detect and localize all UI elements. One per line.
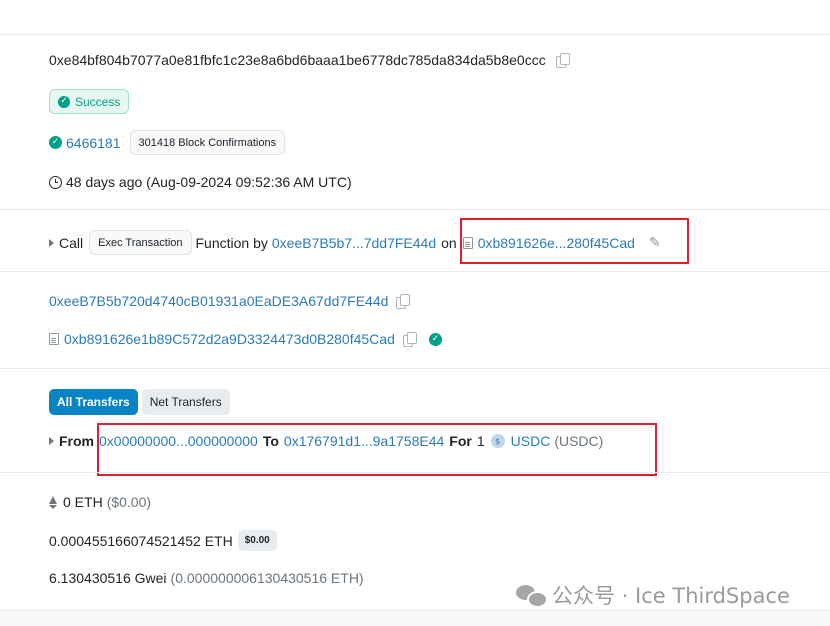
call-label: Call	[59, 234, 84, 251]
fee-amount: 0.000455166074521452 ETH	[49, 532, 233, 549]
top-divider	[0, 34, 830, 35]
gas-price-gwei: 6.130430516 Gwei	[49, 570, 167, 586]
transfer-tabs: All Transfers Net Transfers	[49, 389, 230, 415]
tab-net-transfers[interactable]: Net Transfers	[141, 389, 230, 415]
divider	[0, 368, 830, 369]
block-confirmations-badge: 301418 Block Confirmations	[129, 130, 286, 155]
value-usd: ($0.00)	[106, 494, 152, 510]
value-row: 0 ETH ($0.00)	[49, 494, 151, 510]
timestamp: 48 days ago (Aug-09-2024 09:52:36 AM UTC…	[66, 174, 352, 190]
to-row: 0xb891626e1b89C572d2a9D3324473d0B280f45C…	[49, 331, 442, 347]
fee-usd-badge: $0.00	[237, 530, 277, 551]
copy-icon[interactable]	[396, 294, 411, 309]
from-row: 0xeeB7B5b720d4740cB01931a0EaDE3A67dd7FE4…	[49, 293, 411, 309]
clock-icon	[49, 175, 62, 189]
fee-row: 0.000455166074521452 ETH $0.00	[49, 530, 277, 551]
to-address-link[interactable]: 0xb891626e1b89C572d2a9D3324473d0B280f45C…	[64, 331, 395, 347]
on-label: on	[441, 234, 457, 251]
highlight-box-transfer	[97, 423, 657, 476]
method-badge: Exec Transaction	[89, 230, 192, 255]
copy-icon[interactable]	[555, 53, 570, 68]
status-text: Success	[75, 94, 121, 109]
function-by-label: Function by	[195, 234, 268, 251]
highlight-box-contract	[460, 218, 689, 264]
check-circle-icon: ✓	[49, 136, 62, 149]
caret-right-icon[interactable]	[49, 238, 54, 247]
gas-price-row: 6.130430516 Gwei (0.000000006130430516 E…	[49, 570, 364, 586]
timestamp-row: 48 days ago (Aug-09-2024 09:52:36 AM UTC…	[49, 174, 352, 190]
ethereum-icon	[49, 495, 57, 509]
watermark: 公众号 · Ice ThirdSpace	[516, 580, 790, 610]
divider	[0, 472, 830, 473]
verified-check-icon: ✓	[428, 332, 442, 346]
value-amount: 0 ETH	[63, 494, 103, 510]
caller-address-link[interactable]: 0xeeB7B5b7...7dd7FE44d	[272, 235, 436, 251]
watermark-text: 公众号 · Ice ThirdSpace	[552, 584, 790, 608]
tab-all-transfers[interactable]: All Transfers	[49, 389, 138, 415]
copy-icon[interactable]	[402, 332, 417, 347]
divider	[0, 209, 830, 210]
status-badge: ✓ Success	[49, 89, 130, 114]
check-circle-icon: ✓	[58, 95, 70, 108]
contract-doc-icon	[49, 333, 59, 345]
status-row: ✓ Success	[49, 89, 130, 114]
from-address-link[interactable]: 0xeeB7B5b720d4740cB01931a0EaDE3A67dd7FE4…	[49, 293, 388, 309]
gas-price-eth: (0.000000006130430516 ETH)	[170, 570, 364, 586]
tx-hash-row: 0xe84bf804b7077a0e81fbfc1c23e8a6bd6baaa1…	[49, 52, 570, 68]
block-row: ✓ 6466181 301418 Block Confirmations	[49, 130, 286, 155]
divider	[0, 271, 830, 272]
block-number-link[interactable]: 6466181	[66, 135, 121, 151]
transfer-from-label: From	[59, 433, 94, 449]
wechat-icon	[516, 583, 548, 608]
tx-hash: 0xe84bf804b7077a0e81fbfc1c23e8a6bd6baaa1…	[49, 52, 546, 68]
caret-right-icon[interactable]	[49, 437, 54, 445]
bottom-bar	[0, 610, 830, 626]
